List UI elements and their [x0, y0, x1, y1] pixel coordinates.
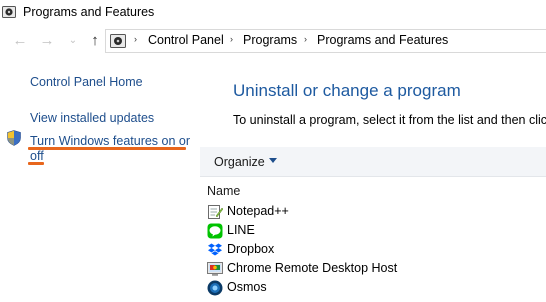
dropbox-icon [208, 243, 222, 256]
organize-button[interactable]: Organize [214, 155, 265, 169]
list-item[interactable]: Notepad++ [207, 203, 546, 221]
title-bar: Programs and Features [0, 0, 546, 24]
address-bar[interactable]: › Control Panel › Programs › Programs an… [105, 29, 546, 53]
chrome-remote-desktop-icon [207, 262, 223, 276]
turn-windows-features-link[interactable]: Turn Windows features on or [30, 134, 190, 148]
highlight-underline [28, 162, 44, 165]
program-name: Osmos [227, 280, 267, 294]
notepad-plus-plus-icon [208, 205, 223, 219]
list-item[interactable]: Osmos [207, 279, 546, 297]
breadcrumb-separator-icon: › [230, 34, 233, 44]
list-item[interactable]: Chrome Remote Desktop Host [207, 260, 546, 278]
page-heading: Uninstall or change a program [233, 81, 461, 100]
list-item[interactable]: Dropbox [207, 241, 546, 259]
column-header-name[interactable]: Name [207, 184, 240, 198]
uac-shield-icon [7, 130, 21, 146]
command-toolbar: Organize [200, 147, 546, 177]
navigation-bar: ← → ⌄ ↑ › Control Panel › Programs › Pro… [0, 26, 546, 56]
dropdown-caret-icon[interactable] [269, 158, 277, 163]
program-name: Notepad++ [227, 204, 289, 218]
program-name: Chrome Remote Desktop Host [227, 261, 398, 275]
forward-arrow-icon[interactable]: → [38, 32, 56, 50]
turn-windows-features-link-cont[interactable]: off [30, 149, 44, 163]
list-item[interactable]: LINE [207, 222, 546, 240]
window-title: Programs and Features [23, 5, 155, 19]
recent-locations-chevron-icon[interactable]: ⌄ [64, 32, 82, 50]
breadcrumb-programs-and-features[interactable]: Programs and Features [317, 33, 448, 47]
program-name: LINE [227, 223, 255, 237]
line-icon [207, 223, 223, 239]
breadcrumb-programs[interactable]: Programs [243, 33, 297, 47]
osmos-icon [207, 280, 223, 296]
programs-and-features-icon [2, 6, 16, 18]
highlight-underline [28, 147, 186, 150]
control-panel-home-link[interactable]: Control Panel Home [30, 75, 143, 89]
breadcrumb-separator-icon: › [134, 34, 137, 44]
control-panel-icon [110, 34, 126, 48]
view-installed-updates-link[interactable]: View installed updates [30, 111, 154, 125]
up-arrow-icon[interactable]: ↑ [86, 32, 104, 50]
page-description: To uninstall a program, select it from t… [233, 113, 546, 127]
program-name: Dropbox [227, 242, 275, 256]
back-arrow-icon[interactable]: ← [11, 32, 29, 50]
breadcrumb-control-panel[interactable]: Control Panel [148, 33, 224, 47]
sidebar: Control Panel Home View installed update… [0, 56, 200, 302]
breadcrumb-separator-icon: › [304, 34, 307, 44]
